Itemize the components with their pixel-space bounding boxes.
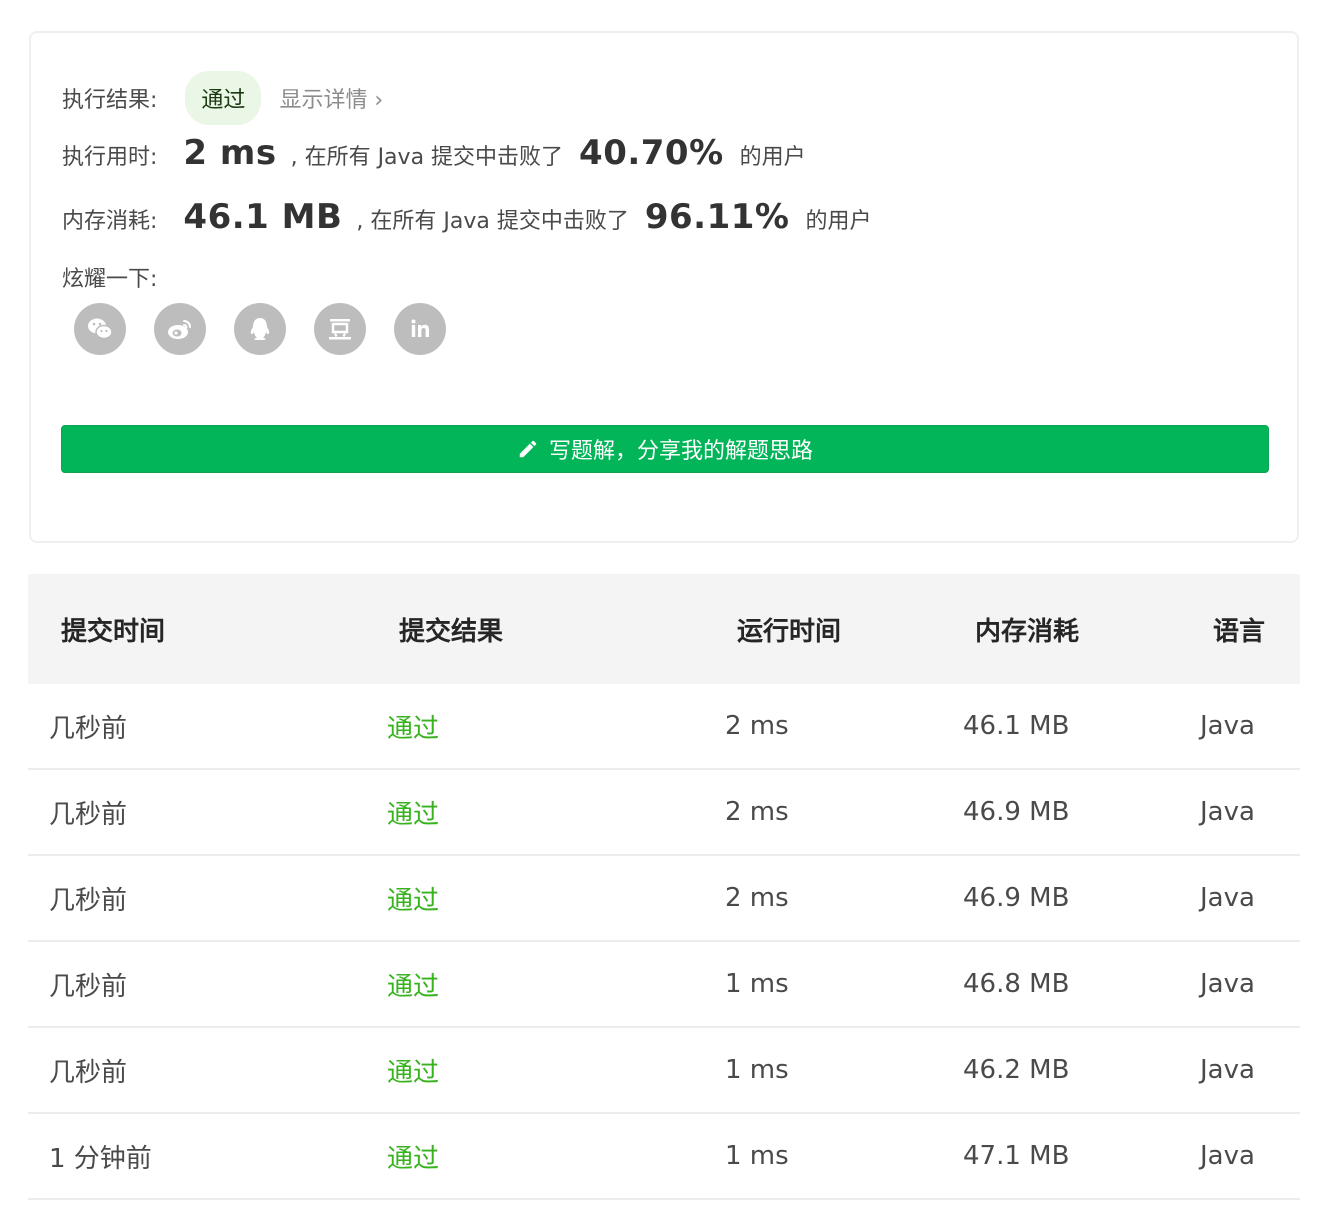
memory-value: 46.1 MB	[183, 197, 343, 237]
language-cell: Java	[1200, 1141, 1255, 1171]
share-buttons	[74, 303, 446, 355]
submit-result-link[interactable]: 通过	[387, 708, 439, 745]
memory-label: 内存消耗:	[62, 209, 158, 234]
table-row: 几秒前 通过 1 ms 46.8 MB Java	[28, 942, 1300, 1028]
runtime-cell: 1 ms	[725, 1055, 789, 1085]
submissions-table: 提交时间 提交结果 运行时间 内存消耗 语言 几秒前 通过 2 ms 46.1 …	[28, 574, 1300, 1200]
runtime-note-suffix: 的用户	[739, 145, 806, 170]
douban-icon	[329, 319, 351, 340]
share-douban-button[interactable]	[314, 303, 366, 355]
table-row: 几秒前 通过 2 ms 46.1 MB Java	[28, 684, 1300, 770]
memory-row: 内存消耗: 46.1 MB , 在所有 Java 提交中击败了 96.11% 的…	[62, 197, 872, 237]
header-submit-result[interactable]: 提交结果	[399, 611, 503, 648]
language-cell: Java	[1200, 711, 1255, 741]
runtime-percentile: 40.70%	[579, 133, 724, 173]
submit-time-cell: 几秒前	[49, 885, 128, 916]
runtime-cell: 1 ms	[725, 1141, 789, 1171]
runtime-cell: 1 ms	[725, 969, 789, 999]
result-label: 执行结果:	[62, 88, 158, 113]
submit-result-link[interactable]: 通过	[387, 880, 439, 917]
linkedin-icon	[411, 319, 429, 337]
header-submit-time[interactable]: 提交时间	[61, 611, 165, 648]
memory-cell: 47.1 MB	[963, 1141, 1070, 1171]
share-wechat-button[interactable]	[74, 303, 126, 355]
share-label-row: 炫耀一下:	[62, 261, 157, 293]
header-runtime[interactable]: 运行时间	[737, 611, 841, 648]
result-card: 执行结果: 通过 显示详情 › 执行用时: 2 ms , 在所有 Java 提交…	[29, 31, 1299, 543]
language-cell: Java	[1200, 969, 1255, 999]
runtime-cell: 2 ms	[725, 711, 789, 741]
memory-cell: 46.8 MB	[963, 969, 1070, 999]
table-row: 几秒前 通过 2 ms 46.9 MB Java	[28, 856, 1300, 942]
header-memory[interactable]: 内存消耗	[975, 611, 1079, 648]
qq-icon	[250, 318, 270, 340]
memory-note-suffix: 的用户	[805, 209, 872, 234]
runtime-cell: 2 ms	[725, 883, 789, 913]
wechat-icon	[88, 318, 113, 340]
submit-result-link[interactable]: 通过	[387, 1138, 439, 1175]
runtime-cell: 2 ms	[725, 797, 789, 827]
result-row: 执行结果: 通过 显示详情 ›	[62, 71, 383, 125]
submit-time-cell: 几秒前	[49, 713, 128, 744]
header-language[interactable]: 语言	[1213, 611, 1265, 648]
result-badge: 通过	[185, 71, 262, 125]
share-label: 炫耀一下:	[62, 267, 158, 292]
table-row: 1 分钟前 通过 1 ms 47.1 MB Java	[28, 1114, 1300, 1200]
memory-cell: 46.1 MB	[963, 711, 1070, 741]
runtime-note: , 在所有 Java 提交中击败了	[290, 145, 564, 170]
runtime-label: 执行用时:	[62, 145, 158, 170]
share-linkedin-button[interactable]	[394, 303, 446, 355]
show-details-link[interactable]: 显示详情 ›	[279, 82, 383, 114]
table-row: 几秒前 通过 1 ms 46.2 MB Java	[28, 1028, 1300, 1114]
pencil-icon	[519, 440, 537, 458]
submit-time-cell: 1 分钟前	[49, 1143, 152, 1174]
memory-percentile: 96.11%	[644, 197, 790, 237]
weibo-icon	[168, 320, 191, 339]
language-cell: Java	[1200, 883, 1255, 913]
memory-cell: 46.9 MB	[963, 883, 1070, 913]
submit-result-link[interactable]: 通过	[387, 966, 439, 1003]
table-row: 几秒前 通过 2 ms 46.9 MB Java	[28, 770, 1300, 856]
submit-time-cell: 几秒前	[49, 971, 128, 1002]
share-weibo-button[interactable]	[154, 303, 206, 355]
memory-cell: 46.2 MB	[963, 1055, 1070, 1085]
memory-cell: 46.9 MB	[963, 797, 1070, 827]
share-qq-button[interactable]	[234, 303, 286, 355]
write-solution-label: 写题解，分享我的解题思路	[548, 439, 813, 464]
submit-result-link[interactable]: 通过	[387, 1052, 439, 1089]
runtime-row: 执行用时: 2 ms , 在所有 Java 提交中击败了 40.70% 的用户	[62, 133, 806, 173]
runtime-value: 2 ms	[183, 133, 277, 173]
submit-result-link[interactable]: 通过	[387, 794, 439, 831]
submit-time-cell: 几秒前	[49, 1057, 128, 1088]
write-solution-button[interactable]: 写题解，分享我的解题思路	[61, 425, 1269, 473]
submit-time-cell: 几秒前	[49, 799, 128, 830]
table-header: 提交时间 提交结果 运行时间 内存消耗 语言	[28, 574, 1300, 684]
language-cell: Java	[1200, 797, 1255, 827]
language-cell: Java	[1200, 1055, 1255, 1085]
memory-note: , 在所有 Java 提交中击败了	[356, 209, 629, 234]
